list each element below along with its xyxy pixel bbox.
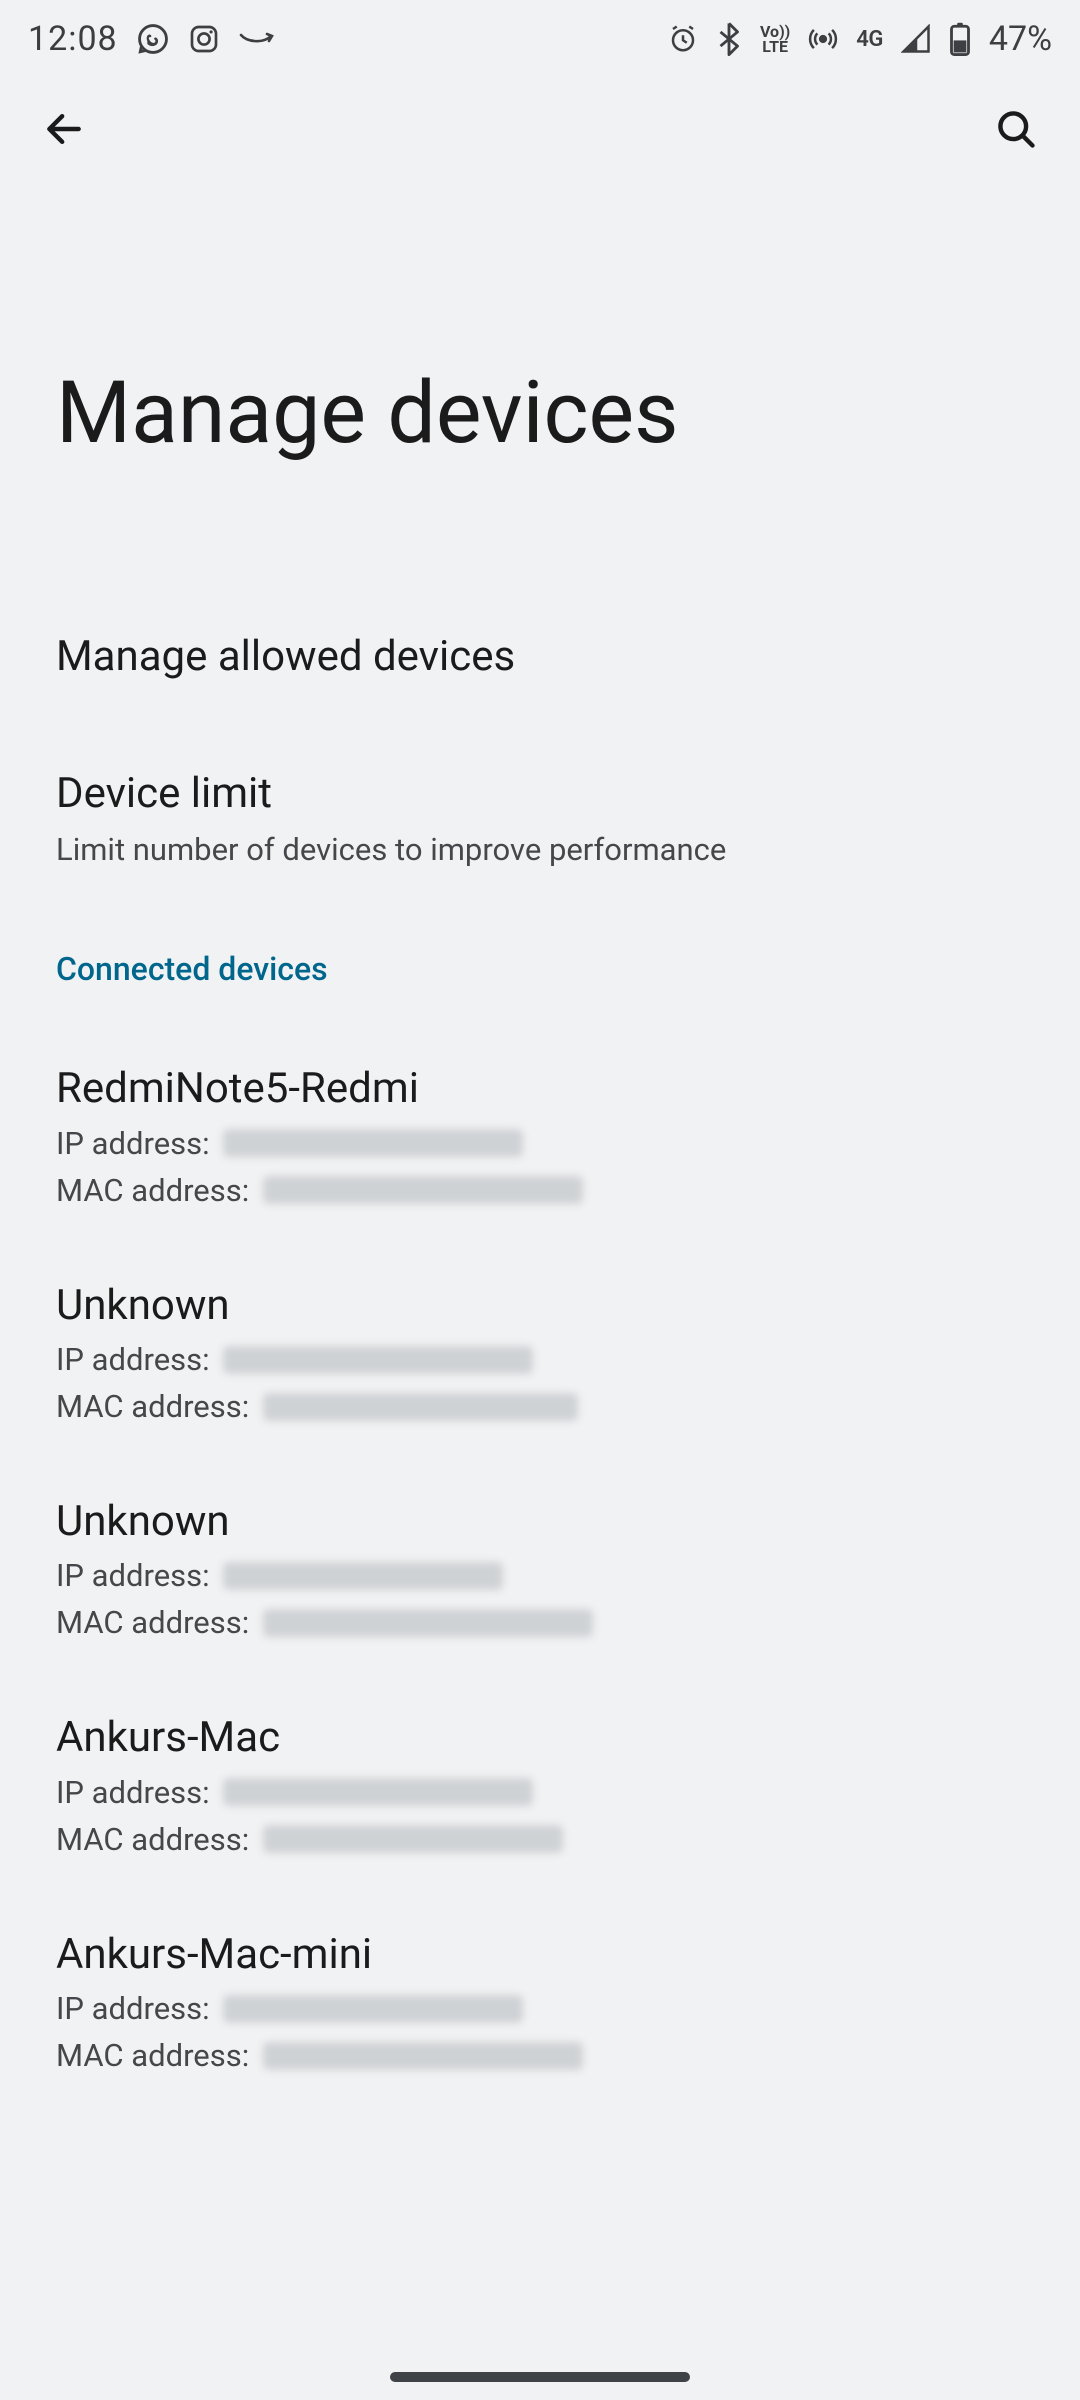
row-title: Manage allowed devices <box>56 631 1024 684</box>
device-name: Ankurs-Mac <box>56 1713 1024 1763</box>
arrow-left-icon <box>42 107 86 154</box>
device-row[interactable]: RedmiNote5-Redmi IP address: MAC address… <box>0 1012 1080 1228</box>
redacted-value <box>263 2042 583 2070</box>
device-mac-line: MAC address: <box>56 1172 1024 1209</box>
ip-label: IP address: <box>56 1557 217 1594</box>
device-mac-line: MAC address: <box>56 2037 1024 2074</box>
device-ip-line: IP address: <box>56 1990 1024 2027</box>
device-mac-line: MAC address: <box>56 1604 1024 1641</box>
device-name: RedmiNote5-Redmi <box>56 1064 1024 1114</box>
device-row[interactable]: Ankurs-Mac IP address: MAC address: <box>0 1661 1080 1877</box>
status-left: 12:08 <box>28 19 276 59</box>
search-button[interactable] <box>980 94 1052 166</box>
device-name: Unknown <box>56 1497 1024 1547</box>
device-mac-line: MAC address: <box>56 1821 1024 1858</box>
device-row[interactable]: Unknown IP address: MAC address: <box>0 1445 1080 1661</box>
signal-icon <box>901 24 931 54</box>
device-row[interactable]: Ankurs-Mac-mini IP address: MAC address: <box>0 1878 1080 2094</box>
device-row[interactable]: Unknown IP address: MAC address: <box>0 1229 1080 1445</box>
search-icon <box>994 107 1038 154</box>
redacted-value <box>223 1346 533 1374</box>
section-connected-devices: Connected devices <box>0 908 1080 1012</box>
device-name: Ankurs-Mac-mini <box>56 1930 1024 1980</box>
toolbar <box>0 78 1080 182</box>
volte-icon: Vo))LTE <box>760 24 790 54</box>
network-type: 4G <box>856 27 883 52</box>
device-ip-line: IP address: <box>56 1341 1024 1378</box>
battery-percent: 47% <box>989 19 1052 59</box>
mac-label: MAC address: <box>56 1604 257 1641</box>
amazon-swoosh-icon <box>238 29 276 49</box>
page-title: Manage devices <box>0 182 1080 603</box>
redacted-value <box>263 1825 563 1853</box>
status-bar: 12:08 Vo))LTE 4G 47% <box>0 0 1080 78</box>
ip-label: IP address: <box>56 1990 217 2027</box>
mac-label: MAC address: <box>56 1172 257 1209</box>
alarm-icon <box>668 24 698 54</box>
back-button[interactable] <box>28 94 100 166</box>
instagram-icon <box>188 23 220 55</box>
device-ip-line: IP address: <box>56 1125 1024 1162</box>
redacted-value <box>223 1778 533 1806</box>
row-title: Device limit <box>56 768 1024 821</box>
redacted-value <box>223 1562 503 1590</box>
whatsapp-icon <box>136 22 170 56</box>
mac-label: MAC address: <box>56 1388 257 1425</box>
battery-icon <box>949 22 971 56</box>
ip-label: IP address: <box>56 1125 217 1162</box>
mac-label: MAC address: <box>56 1821 257 1858</box>
hotspot-icon <box>808 24 838 54</box>
device-name: Unknown <box>56 1281 1024 1331</box>
bluetooth-icon <box>716 22 742 56</box>
redacted-value <box>263 1176 583 1204</box>
row-subtitle: Limit number of devices to improve perfo… <box>56 830 1024 870</box>
ip-label: IP address: <box>56 1341 217 1378</box>
redacted-value <box>223 1129 523 1157</box>
redacted-value <box>263 1393 578 1421</box>
redacted-value <box>223 1995 523 2023</box>
gesture-nav-indicator[interactable] <box>390 2372 690 2382</box>
device-ip-line: IP address: <box>56 1774 1024 1811</box>
status-right: Vo))LTE 4G 47% <box>668 19 1052 59</box>
row-device-limit[interactable]: Device limit Limit number of devices to … <box>0 722 1080 909</box>
redacted-value <box>263 1609 593 1637</box>
device-mac-line: MAC address: <box>56 1388 1024 1425</box>
status-time: 12:08 <box>28 19 118 59</box>
ip-label: IP address: <box>56 1774 217 1811</box>
row-manage-allowed-devices[interactable]: Manage allowed devices <box>0 603 1080 722</box>
device-ip-line: IP address: <box>56 1557 1024 1594</box>
mac-label: MAC address: <box>56 2037 257 2074</box>
